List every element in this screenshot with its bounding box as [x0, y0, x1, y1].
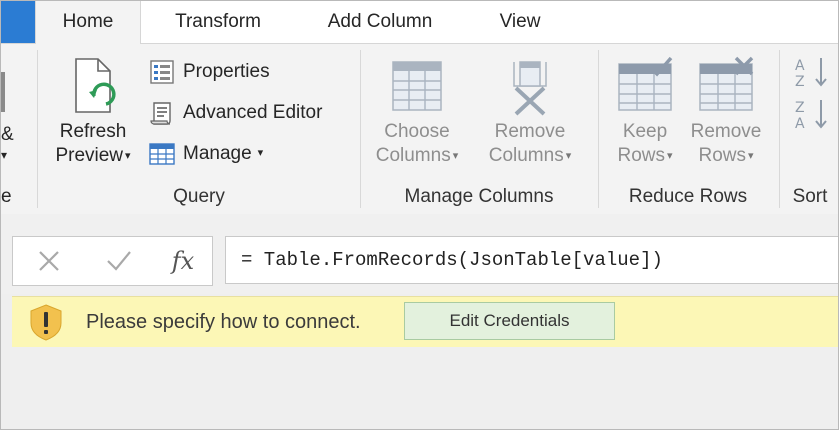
svg-text:A: A	[795, 116, 805, 132]
chevron-down-icon: ▾	[125, 150, 131, 162]
commit-formula-button[interactable]	[99, 243, 139, 279]
formula-bar: fx = Table.FromRecords(JsonTable[value])	[1, 214, 838, 294]
properties-button[interactable]: Properties	[147, 56, 270, 88]
keep-rows-line1: Keep	[622, 121, 668, 142]
tab-home[interactable]: Home	[35, 1, 141, 44]
warning-shield-icon	[30, 304, 62, 341]
remove-columns-line2: Columns	[488, 145, 564, 166]
insert-function-button[interactable]: fx	[163, 243, 203, 279]
manage-table-icon	[147, 139, 177, 169]
cancel-formula-button[interactable]	[29, 243, 69, 279]
remove-rows-line1: Remove	[690, 121, 762, 142]
edit-credentials-button[interactable]: Edit Credentials	[404, 302, 615, 340]
sort-ascending-button[interactable]: A Z	[791, 54, 831, 90]
manage-label: Manage	[183, 143, 252, 164]
partial-icon	[1, 72, 5, 112]
tab-add-column[interactable]: Add Column	[307, 1, 453, 43]
query-preview-area	[1, 347, 838, 429]
group-separator	[779, 50, 780, 208]
chevron-down-icon: ▾	[452, 150, 459, 162]
query-group-label: Query	[173, 186, 225, 207]
advanced-editor-icon	[147, 98, 177, 128]
keep-rows-line2: Rows	[617, 145, 665, 166]
sort-ascending-icon: A Z	[795, 58, 827, 90]
manage-button[interactable]: Manage ▾	[147, 138, 263, 170]
chevron-down-icon: ▾	[565, 150, 572, 162]
check-icon	[107, 251, 131, 271]
advanced-editor-button[interactable]: Advanced Editor	[147, 97, 322, 129]
power-query-window: Home Transform Add Column View & ▾ e Ref…	[0, 0, 839, 430]
remove-rows-line2: Rows	[698, 145, 746, 166]
fx-icon: fx	[171, 247, 195, 275]
choose-columns-line1: Choose	[384, 121, 450, 142]
remove-rows-button[interactable]: Remove Rows ▾	[685, 56, 767, 170]
partial-caret: ▾	[1, 148, 8, 162]
home-ribbon: & ▾ e Refresh Preview ▾ Properties Advan…	[1, 43, 838, 215]
formula-input[interactable]: = Table.FromRecords(JsonTable[value])	[225, 236, 838, 284]
partial-label-amp: &	[1, 124, 14, 145]
keep-rows-icon	[618, 56, 673, 111]
ribbon-tab-strip: Home Transform Add Column View	[1, 1, 838, 44]
group-separator	[360, 50, 361, 208]
remove-columns-button[interactable]: Remove Columns ▾	[477, 56, 583, 170]
svg-text:A: A	[795, 58, 805, 74]
credentials-warning-bar: Please specify how to connect. Edit Cred…	[12, 296, 838, 348]
keep-rows-button[interactable]: Keep Rows ▾	[605, 56, 685, 170]
close-icon	[39, 251, 59, 271]
properties-icon	[147, 57, 177, 87]
manage-columns-group-label: Manage Columns	[404, 186, 554, 207]
group-separator	[37, 50, 38, 208]
reduce-rows-group-label: Reduce Rows	[628, 186, 748, 207]
chevron-down-icon: ▾	[747, 150, 754, 162]
choose-columns-button[interactable]: Choose Columns ▾	[367, 56, 467, 170]
svg-text:Z: Z	[795, 100, 805, 116]
tab-view[interactable]: View	[479, 1, 561, 43]
formula-bar-buttons: fx	[12, 236, 213, 286]
choose-columns-line2: Columns	[375, 145, 451, 166]
sort-descending-icon: Z A	[795, 100, 827, 132]
remove-columns-icon	[513, 61, 547, 116]
properties-label: Properties	[183, 61, 270, 82]
file-tab[interactable]	[1, 1, 35, 43]
remove-rows-icon	[699, 56, 754, 111]
sort-group-label: Sort	[792, 186, 828, 207]
advanced-editor-label: Advanced Editor	[183, 102, 323, 123]
remove-columns-line1: Remove	[494, 121, 566, 142]
group-separator	[598, 50, 599, 208]
refresh-label-line1: Refresh	[59, 121, 127, 142]
warning-message: Please specify how to connect.	[86, 311, 361, 333]
partial-group-label: e	[1, 186, 12, 207]
choose-columns-icon	[392, 61, 442, 111]
chevron-down-icon: ▾	[257, 146, 264, 159]
chevron-down-icon: ▾	[666, 150, 673, 162]
tab-transform[interactable]: Transform	[153, 1, 283, 43]
refresh-label-line2: Preview	[55, 145, 124, 166]
svg-text:Z: Z	[795, 74, 805, 90]
sort-descending-button[interactable]: Z A	[791, 96, 831, 132]
refresh-preview-button[interactable]: Refresh Preview ▾	[45, 56, 141, 170]
refresh-preview-icon	[75, 58, 116, 113]
